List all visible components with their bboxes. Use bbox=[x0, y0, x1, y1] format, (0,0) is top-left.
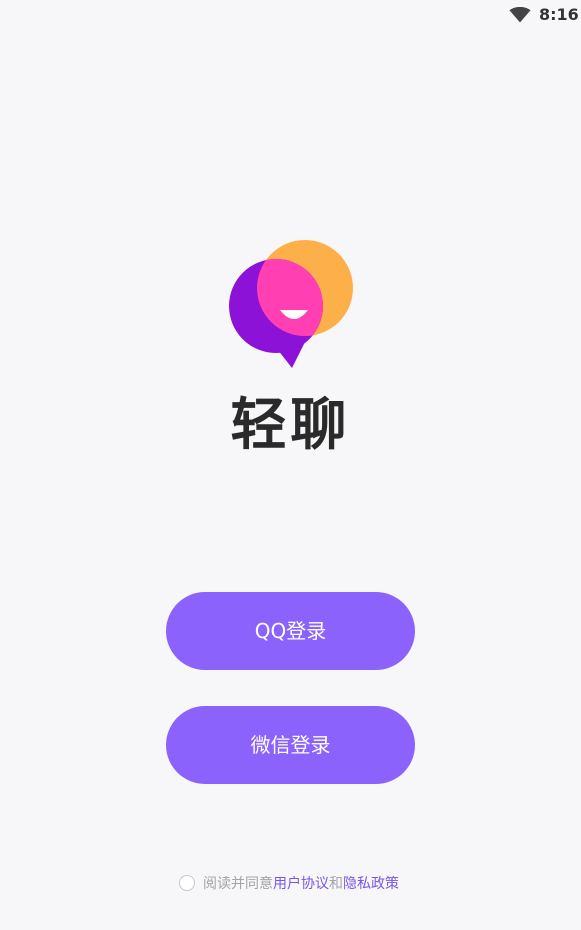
app-logo-icon bbox=[229, 240, 353, 368]
status-bar: 8:16 bbox=[0, 0, 581, 30]
user-agreement-link[interactable]: 用户协议 bbox=[273, 873, 329, 893]
agreement-prefix: 阅读并同意 bbox=[203, 876, 273, 892]
wifi-icon bbox=[509, 7, 531, 23]
agreement-conjunction: 和 bbox=[329, 876, 343, 892]
qq-login-button[interactable]: QQ登录 bbox=[166, 592, 415, 670]
agreement-checkbox-icon[interactable] bbox=[179, 875, 195, 891]
privacy-policy-link[interactable]: 隐私政策 bbox=[343, 873, 399, 893]
status-time: 8:16 bbox=[539, 5, 579, 24]
app-name: 轻聊 bbox=[230, 393, 351, 458]
wechat-login-button[interactable]: 微信登录 bbox=[166, 706, 415, 784]
agreement-row: 阅读并同意 用户协议 和 隐私政策 bbox=[179, 872, 399, 894]
